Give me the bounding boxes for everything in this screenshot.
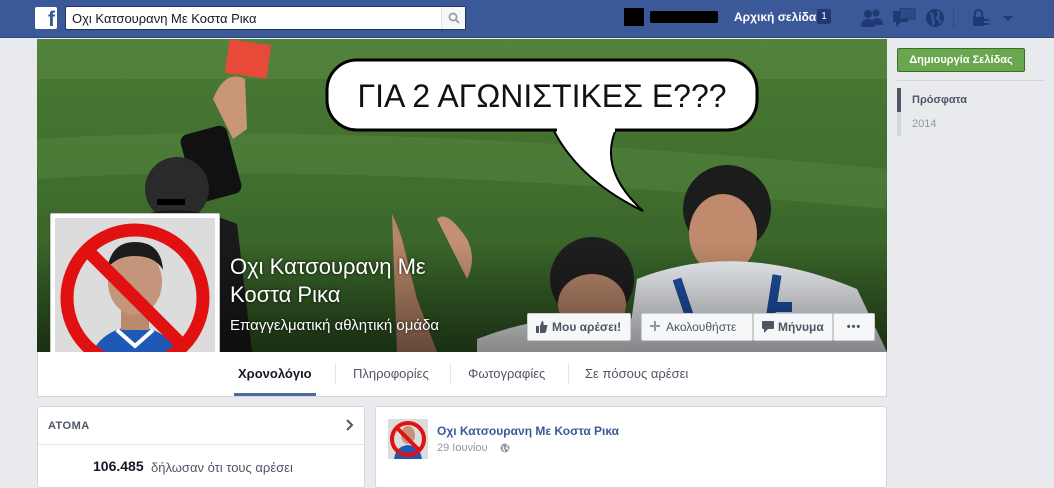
- post-author-avatar[interactable]: [388, 419, 428, 459]
- privacy-shortcuts-icon[interactable]: [970, 8, 990, 28]
- thumbs-up-icon: [536, 321, 548, 333]
- page-category[interactable]: Επαγγελματική αθλητική ομάδα: [230, 317, 439, 334]
- likes-count: 106.485: [93, 458, 144, 474]
- public-globe-icon[interactable]: [500, 443, 510, 453]
- more-options-button[interactable]: •••: [833, 313, 875, 341]
- notifications-globe-icon[interactable]: [924, 8, 946, 28]
- more-options-icon: •••: [846, 321, 862, 333]
- search-button[interactable]: [441, 7, 465, 29]
- chevron-right-icon[interactable]: [346, 419, 354, 431]
- cover-bubble-text: ΓΙΑ 2 ΑΓΩΝΙΣΤΙΚΕΣ Ε???: [357, 78, 726, 114]
- like-button-label: Μου αρέσει!: [552, 320, 622, 334]
- timeline-post: Οχι Κατσουρανη Με Κοστα Ρικα 29 Ιουνίου: [375, 406, 887, 488]
- page-title[interactable]: Οχι Κατσουρανη Με Κοστα Ρικα: [230, 253, 480, 309]
- sidebar-divider: [897, 80, 1045, 81]
- tab-photos[interactable]: Φωτογραφίες: [468, 352, 545, 396]
- topbar-separator: [953, 8, 954, 28]
- plus-icon: [650, 321, 660, 331]
- home-link[interactable]: Αρχική σελίδα: [734, 10, 816, 24]
- tab-separator: [335, 364, 336, 384]
- redacted-avatar: [624, 8, 644, 26]
- home-count-badge: 1: [817, 9, 831, 24]
- post-timestamp[interactable]: 29 Ιουνίου: [437, 442, 488, 454]
- follow-button[interactable]: Ακολουθήστε: [641, 313, 753, 341]
- search-input[interactable]: Οχι Κατσουρανη Με Κοστα Ρικα: [65, 6, 466, 30]
- create-page-button[interactable]: Δημιουργία Σελίδας: [897, 48, 1025, 72]
- people-card: ΑΤΟΜΑ 106.485 δήλωσαν ότι τους αρέσει: [37, 406, 365, 488]
- message-button[interactable]: Μήνυμα: [753, 313, 833, 341]
- tab-likes[interactable]: Σε πόσους αρέσει: [585, 352, 688, 396]
- message-button-label: Μήνυμα: [778, 320, 824, 334]
- likes-label: δήλωσαν ότι τους αρέσει: [151, 460, 293, 475]
- post-author-name[interactable]: Οχι Κατσουρανη Με Κοστα Ρικα: [437, 424, 619, 438]
- search-query[interactable]: Οχι Κατσουρανη Με Κοστα Ρικα: [72, 11, 257, 26]
- facebook-logo-icon[interactable]: f: [35, 7, 57, 29]
- tab-about[interactable]: Πληροφορίες: [353, 352, 429, 396]
- page-tabs: Χρονολόγιο Πληροφορίες Φωτογραφίες Σε πό…: [37, 352, 887, 397]
- friend-requests-icon[interactable]: [860, 8, 884, 28]
- tab-separator: [450, 364, 451, 384]
- top-navigation-bar: f Οχι Κατσουρανη Με Κοστα Ρικα Αρχική σε…: [0, 0, 1054, 38]
- user-profile-link[interactable]: [624, 7, 720, 27]
- account-settings-icon[interactable]: [1000, 8, 1016, 28]
- redacted-user-name: [650, 11, 718, 23]
- timeline-nav-recent[interactable]: Πρόσφατα: [897, 88, 1017, 112]
- follow-button-label: Ακολουθήστε: [666, 320, 737, 334]
- tab-timeline[interactable]: Χρονολόγιο: [234, 352, 316, 396]
- timeline-nav-2014[interactable]: 2014: [897, 112, 1017, 136]
- message-bubble-icon: [762, 321, 774, 333]
- divider: [38, 444, 364, 445]
- tab-separator: [568, 364, 569, 384]
- like-page-button[interactable]: Μου αρέσει!: [527, 313, 631, 341]
- people-card-title[interactable]: ΑΤΟΜΑ: [48, 420, 90, 432]
- search-icon: [448, 12, 460, 24]
- messages-icon[interactable]: [892, 8, 916, 28]
